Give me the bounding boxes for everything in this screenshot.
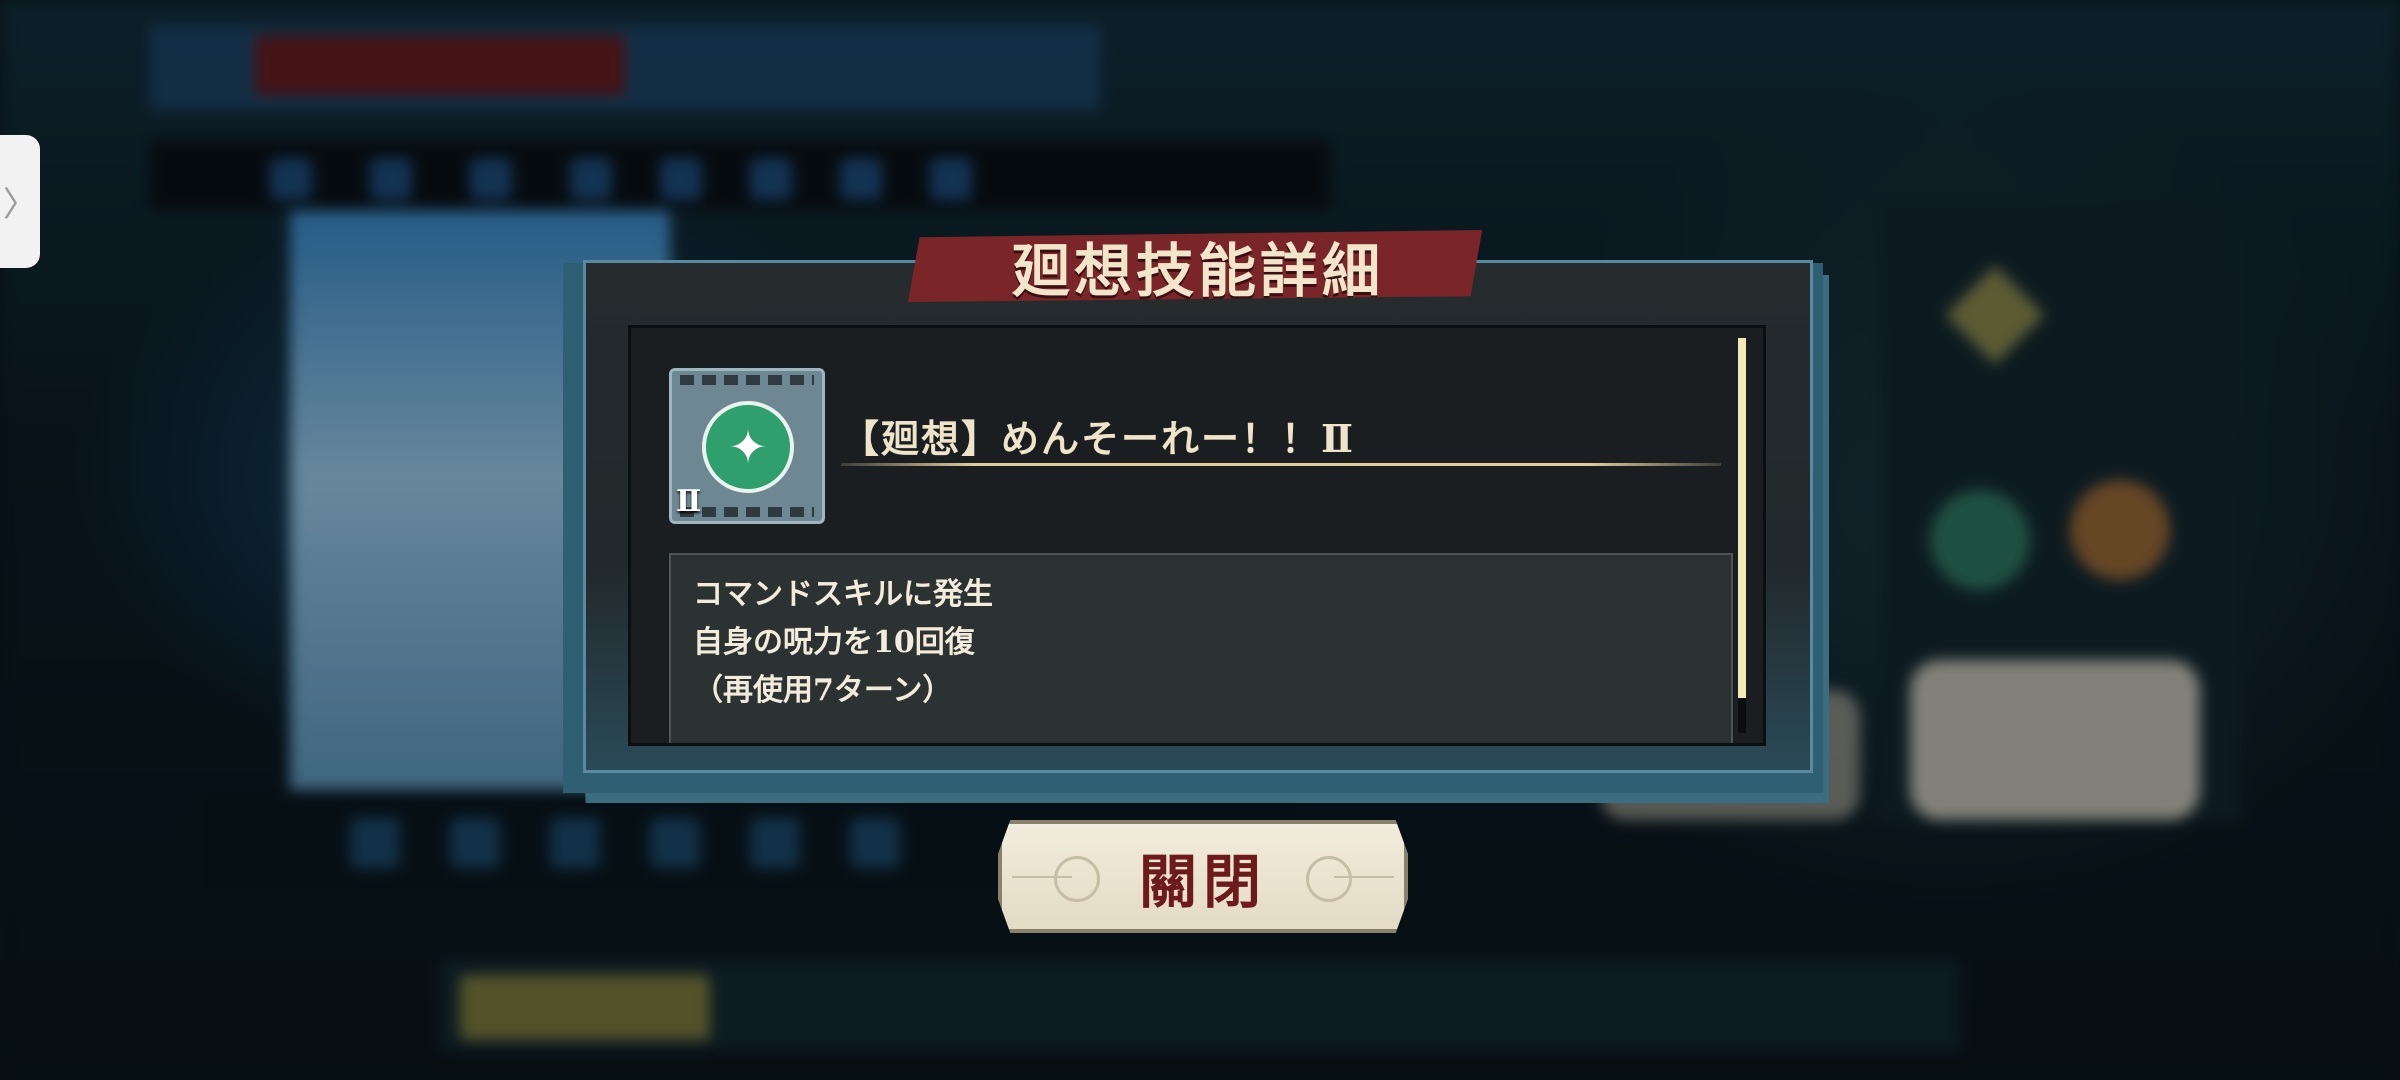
skill-detail-dialog: 廻想技能詳細 ✦ Ⅱ 【廻想】めんそーれー！！Ⅱ コマンドスキルに発生 自身の呪… xyxy=(563,230,1829,803)
dialog-scrollbar[interactable] xyxy=(1738,338,1746,733)
skill-name-divider xyxy=(841,463,1721,466)
skill-emblem-icon: ✦ xyxy=(702,401,794,493)
skill-description-box: コマンドスキルに発生 自身の呪力を10回復 （再使用7ターン） xyxy=(669,553,1733,743)
button-ornament-circle xyxy=(1054,856,1100,902)
dialog-title: 廻想技能詳細 xyxy=(1011,237,1384,305)
dialog-content[interactable]: ✦ Ⅱ 【廻想】めんそーれー！！Ⅱ コマンドスキルに発生 自身の呪力を10回復 … xyxy=(628,325,1766,746)
film-holes-top xyxy=(680,375,814,385)
skill-rank: Ⅱ xyxy=(676,484,702,519)
skill-description-line: （再使用7ターン） xyxy=(693,673,953,708)
close-button-label: 關閉 xyxy=(1138,847,1267,916)
skill-description-line: コマンドスキルに発生 xyxy=(693,577,993,612)
dialog-title-banner: 廻想技能詳細 xyxy=(908,230,1483,302)
button-ornament-circle xyxy=(1306,856,1352,902)
skill-icon: ✦ Ⅱ xyxy=(669,368,825,524)
skill-description-line: 自身の呪力を10回復 xyxy=(693,625,975,660)
skill-name: 【廻想】めんそーれー！！Ⅱ xyxy=(841,416,1356,461)
chevron-right-icon: 〉 xyxy=(3,185,37,225)
scrollbar-thumb[interactable] xyxy=(1738,338,1746,698)
side-drawer-handle[interactable]: 〉 xyxy=(0,135,40,268)
close-button[interactable]: 關閉 xyxy=(998,820,1408,933)
button-ornament-line xyxy=(1334,876,1394,878)
